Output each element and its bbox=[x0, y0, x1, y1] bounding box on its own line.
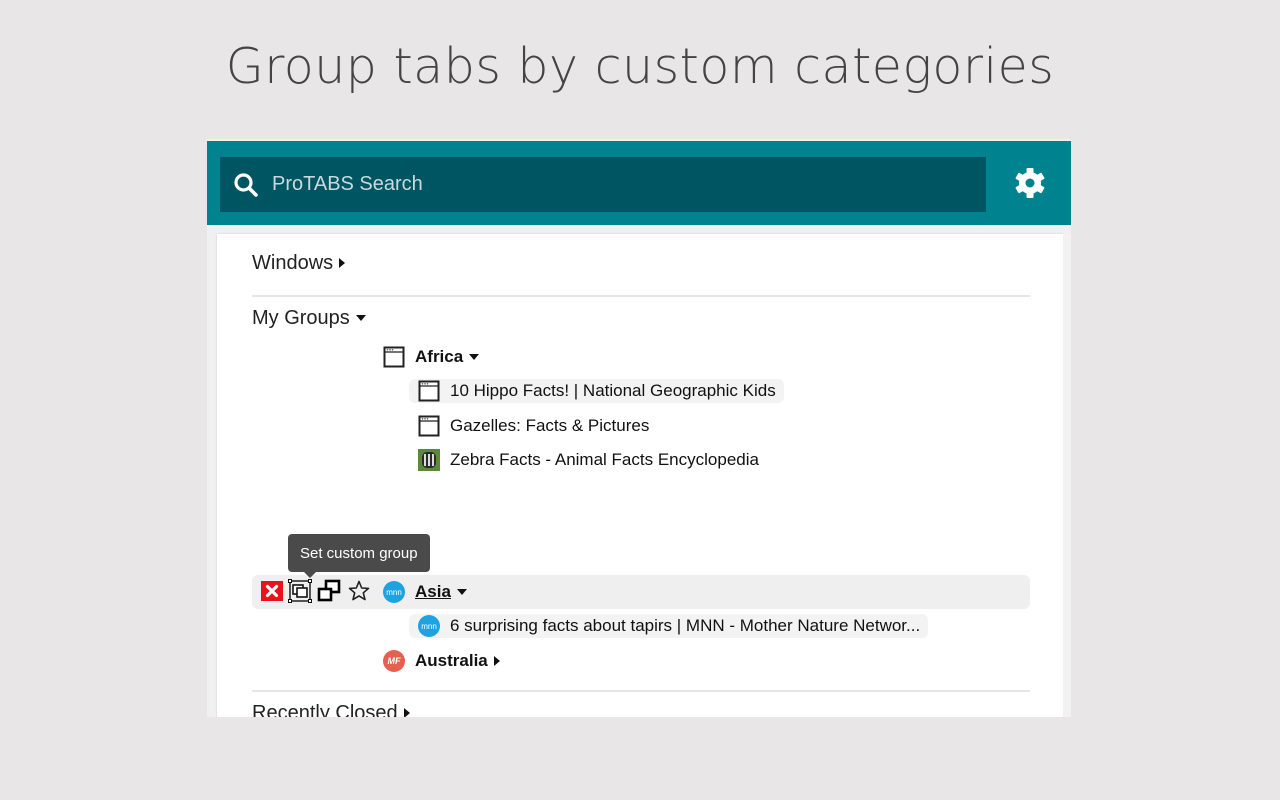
zebra-favicon-icon bbox=[418, 449, 440, 471]
group-australia[interactable]: MF Australia bbox=[383, 649, 500, 673]
tab-title: Gazelles: Facts & Pictures bbox=[450, 416, 650, 435]
section-windows[interactable]: Windows bbox=[252, 250, 1030, 276]
window-icon bbox=[418, 380, 440, 402]
mnn-favicon-icon: mnn bbox=[418, 615, 440, 637]
divider bbox=[252, 690, 1030, 692]
section-recently-closed[interactable]: Recently Closed bbox=[252, 700, 1030, 717]
section-windows-label: Windows bbox=[252, 251, 334, 274]
tab-title: 6 surprising facts about tapirs | MNN - … bbox=[450, 616, 921, 635]
group-asia[interactable]: mnn Asia bbox=[383, 580, 467, 604]
page-headline: Group tabs by custom categories bbox=[225, 38, 1055, 95]
group-name: Asia bbox=[415, 582, 451, 601]
tab-item[interactable]: 10 Hippo Facts! | National Geographic Ki… bbox=[409, 379, 784, 403]
move-to-window-icon[interactable] bbox=[317, 579, 341, 603]
group-africa[interactable]: Africa bbox=[383, 345, 480, 369]
protabs-popup: Windows My Groups Africa 10 Hip bbox=[207, 139, 1071, 717]
search-box[interactable] bbox=[220, 157, 986, 212]
tab-item[interactable]: Gazelles: Facts & Pictures bbox=[409, 414, 657, 438]
favicon-text: MF bbox=[387, 656, 401, 666]
window-icon bbox=[383, 346, 405, 368]
collapse-arrow-icon bbox=[469, 354, 480, 360]
tab-title: Zebra Facts - Animal Facts Encyclopedia bbox=[450, 450, 759, 469]
mf-favicon-icon: MF bbox=[383, 650, 405, 672]
favicon-text: mnn bbox=[386, 587, 402, 597]
section-recently-closed-label: Recently Closed bbox=[252, 701, 398, 718]
divider bbox=[252, 295, 1030, 297]
mnn-favicon-icon: mnn bbox=[383, 581, 405, 603]
expand-arrow-icon bbox=[493, 656, 500, 666]
set-custom-group-icon[interactable] bbox=[288, 579, 312, 603]
group-name: Africa bbox=[415, 347, 464, 366]
group-name: Australia bbox=[415, 651, 488, 670]
close-group-icon[interactable] bbox=[260, 579, 284, 603]
expand-arrow-icon bbox=[403, 708, 410, 717]
tooltip: Set custom group bbox=[288, 534, 430, 578]
tab-item[interactable]: mnn 6 surprising facts about tapirs | MN… bbox=[409, 614, 929, 638]
section-my-groups-label: My Groups bbox=[252, 306, 350, 329]
favorite-star-icon[interactable] bbox=[347, 579, 371, 603]
top-bar bbox=[207, 141, 1071, 225]
window-icon bbox=[418, 415, 440, 437]
collapse-arrow-icon bbox=[355, 315, 366, 321]
favicon-text: mnn bbox=[421, 621, 437, 631]
content-panel: Windows My Groups Africa 10 Hippo Facts!… bbox=[217, 234, 1063, 717]
scrollbar[interactable] bbox=[1063, 234, 1071, 717]
search-input[interactable] bbox=[272, 173, 952, 196]
expand-arrow-icon bbox=[339, 258, 346, 268]
tab-title: 10 Hippo Facts! | National Geographic Ki… bbox=[450, 381, 776, 400]
search-icon bbox=[234, 172, 258, 197]
settings-gear-icon[interactable] bbox=[1013, 166, 1047, 200]
tab-item[interactable]: Zebra Facts - Animal Facts Encyclopedia bbox=[409, 448, 767, 472]
collapse-arrow-icon bbox=[456, 589, 467, 595]
section-my-groups[interactable]: My Groups bbox=[252, 305, 1030, 331]
